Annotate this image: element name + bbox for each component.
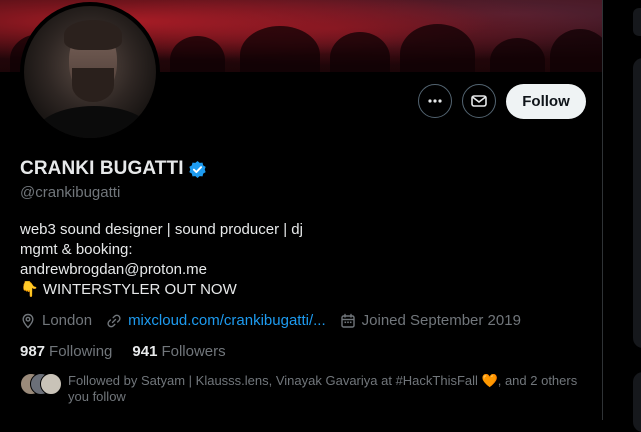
follow-button[interactable]: Follow: [506, 84, 586, 119]
followers-link[interactable]: 941 Followers: [132, 343, 225, 360]
mail-icon: [471, 95, 487, 107]
profile-meta: London mixcloud.com/crankibugatti/... Jo…: [20, 312, 535, 329]
follow-stats: 987 Following 941 Followers: [20, 343, 246, 360]
bio-line: 👇 WINTERSTYLER OUT NOW: [20, 281, 237, 298]
location-item: London: [20, 312, 92, 329]
sidebar-widget: [633, 8, 641, 36]
user-handle: @crankibugatti: [20, 184, 121, 201]
profile-bio: web3 sound designer | sound producer | d…: [20, 220, 303, 300]
followed-by-text: Followed by Satyam | Klausss.lens, Vinay…: [68, 373, 578, 404]
joined-text: Joined September 2019: [361, 312, 521, 329]
following-count: 987: [20, 343, 46, 360]
display-name: CRANKI BUGATTI: [20, 158, 184, 179]
followers-count: 941: [132, 343, 158, 360]
website-item[interactable]: mixcloud.com/crankibugatti/...: [106, 312, 326, 329]
link-icon: [107, 314, 121, 327]
profile-name-row: CRANKI BUGATTI: [20, 158, 207, 180]
followed-by-row[interactable]: Followed by Satyam | Klausss.lens, Vinay…: [20, 373, 588, 405]
sidebar-widget: [633, 372, 641, 432]
calendar-icon: [340, 313, 355, 328]
right-sidebar-edge: [602, 0, 641, 432]
verified-badge-icon[interactable]: [188, 160, 207, 179]
avatar: [40, 373, 62, 395]
bio-line: mgmt & booking:: [20, 241, 133, 258]
follower-avatars: [20, 373, 64, 395]
joined-item: Joined September 2019: [340, 312, 521, 329]
more-icon: [428, 99, 442, 103]
more-button[interactable]: [418, 84, 452, 118]
following-link[interactable]: 987 Following: [20, 343, 112, 360]
followers-label: Followers: [161, 343, 226, 360]
bio-line: andrewbrogdan@proton.me: [20, 261, 208, 278]
location-icon: [22, 313, 34, 329]
following-label: Following: [49, 343, 113, 360]
sidebar-widget: [633, 58, 641, 348]
website-link[interactable]: mixcloud.com/crankibugatti/...: [128, 312, 326, 329]
profile-avatar[interactable]: [20, 2, 160, 142]
message-button[interactable]: [462, 84, 496, 118]
bio-line: web3 sound designer | sound producer | d…: [20, 221, 303, 238]
location-text: London: [42, 312, 93, 329]
